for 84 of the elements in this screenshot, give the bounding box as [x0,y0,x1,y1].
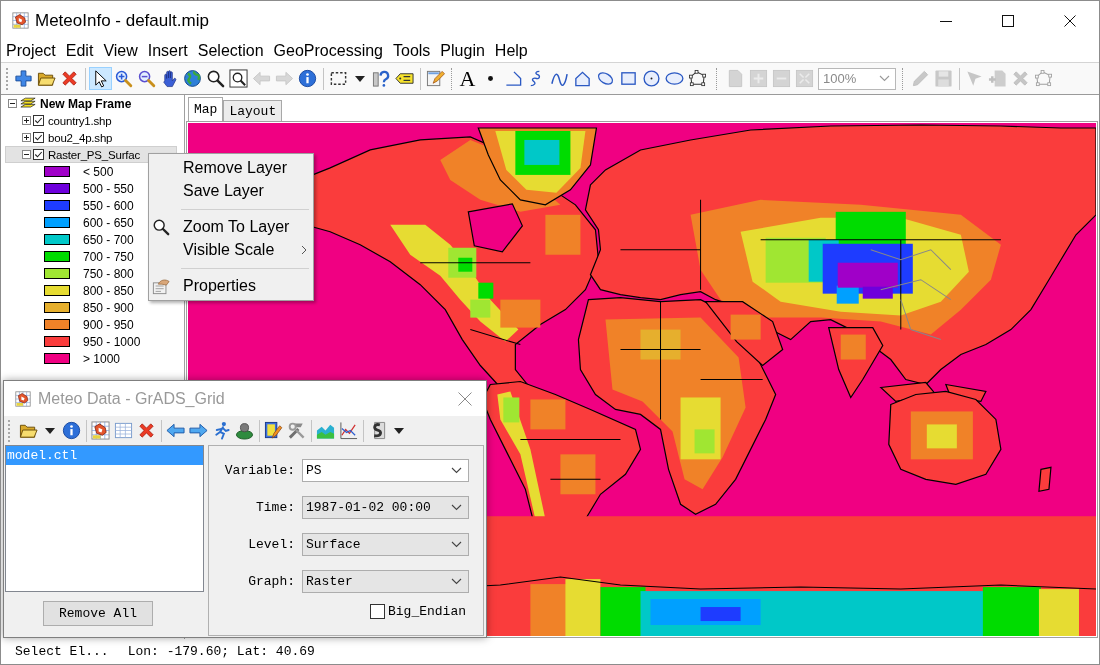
coordinates-text: Lon: -179.60; Lat: 40.69 [127,644,315,659]
menu-bar-item[interactable]: Help [489,41,533,61]
checkbox[interactable] [33,149,44,160]
legend-label: 650 - 700 [83,232,134,247]
menu-bar-item[interactable]: Project [1,41,61,61]
globe-icon[interactable] [181,67,204,90]
legend-label: > 1000 [83,351,121,366]
context-menu-item[interactable]: Visible Scale [149,238,313,262]
legend-label: < 500 [83,164,114,179]
checkbox[interactable] [370,604,385,619]
legend-label: 900 - 950 [83,317,134,332]
tab[interactable]: Layout [223,100,283,121]
legend-label: 600 - 650 [83,215,134,230]
menu-bar-item[interactable]: GeoProcessing [268,41,388,61]
checkbox[interactable] [33,132,44,143]
menu-bar-item[interactable]: Edit [60,41,99,61]
dropdown[interactable]: Raster [302,570,469,593]
layer-label: country1.shp [48,114,112,127]
dropdown[interactable]: 1987-01-02 00:00 [302,496,469,519]
map-frame-label: New Map Frame [40,96,132,111]
chevron-right-icon [301,245,307,256]
tab[interactable]: Map [188,97,224,121]
context-menu-item[interactable]: Zoom To Layer [149,215,313,239]
text-tool[interactable]: A [456,67,479,90]
pointer-icon[interactable] [89,67,112,90]
field-label: Graph: [247,574,295,589]
context-menu-item[interactable]: Properties [149,274,313,298]
dropdown[interactable]: PS [302,459,469,482]
checkbox[interactable] [33,115,44,126]
layer-label: bou2_4p.shp [48,131,113,144]
chevron-down-icon [879,75,890,82]
menu-bar-item[interactable]: Plugin [435,41,490,61]
layer-row[interactable]: bou2_4p.shp [5,129,177,146]
layer-row[interactable]: country1.shp [5,112,177,129]
magnifier-icon [152,217,170,236]
remove-all-button[interactable]: Remove All [43,601,153,626]
maximize-icon[interactable] [1002,14,1014,27]
layer-row[interactable]: Raster_PS_Surfac [5,146,177,163]
context-menu-item[interactable]: Save Layer [149,179,313,203]
properties-icon [152,276,170,295]
close-icon[interactable] [1064,14,1076,27]
zoom-box-icon[interactable] [227,67,250,90]
info-icon[interactable] [296,67,319,90]
plus-icon[interactable] [12,67,35,90]
chevron-down-icon [451,467,462,474]
chevron-down-icon [451,578,462,585]
menu-bar-item[interactable]: View [98,41,143,61]
minus-box-icon[interactable] [22,150,31,159]
chevron-down-icon [451,504,462,511]
plus-box-icon[interactable] [22,116,31,125]
legend-label: 750 - 800 [83,266,134,281]
window-title: MeteoInfo - default.mip [35,10,209,31]
island [1038,466,1052,493]
chevron-down-icon [451,541,462,548]
legend-label: 700 - 750 [83,249,134,264]
field-label: Time: [255,500,295,515]
minus-box-icon[interactable] [8,99,17,108]
info-icon[interactable] [60,419,83,442]
legend-label: 500 - 550 [83,181,134,196]
legend-label: 800 - 850 [83,283,134,298]
caret-icon[interactable] [44,426,56,435]
legend-label: 950 - 1000 [83,334,141,349]
grid-logo-icon[interactable] [89,419,112,442]
menu-bar-item[interactable]: Insert [142,41,193,61]
grid-logo-icon [15,390,31,407]
dialog-title: Meteo Data - GrADS_Grid [38,389,225,408]
grid-logo-icon [12,12,29,29]
caret-icon[interactable] [393,426,405,435]
layer-label: Raster_PS_Surfac [48,148,141,161]
menu-bar-item[interactable]: Selection [192,41,269,61]
status-message: Select El... [15,644,109,659]
color-pencil-icon[interactable] [262,419,285,442]
line-chart-icon[interactable] [337,419,360,442]
field-label: Level: [247,537,295,552]
circle-icon[interactable] [640,67,663,90]
field-label: Variable: [223,463,295,478]
menu-bar-item[interactable]: Tools [388,41,436,61]
layers-icon [20,97,36,110]
legend-label: 550 - 600 [83,198,134,213]
dropdown[interactable]: Surface [302,533,469,556]
caret-icon[interactable] [354,74,366,83]
legend-label: 850 - 900 [83,300,134,315]
checkbox-label: Big_Endian [388,604,466,619]
plus-box-icon[interactable] [22,133,31,142]
